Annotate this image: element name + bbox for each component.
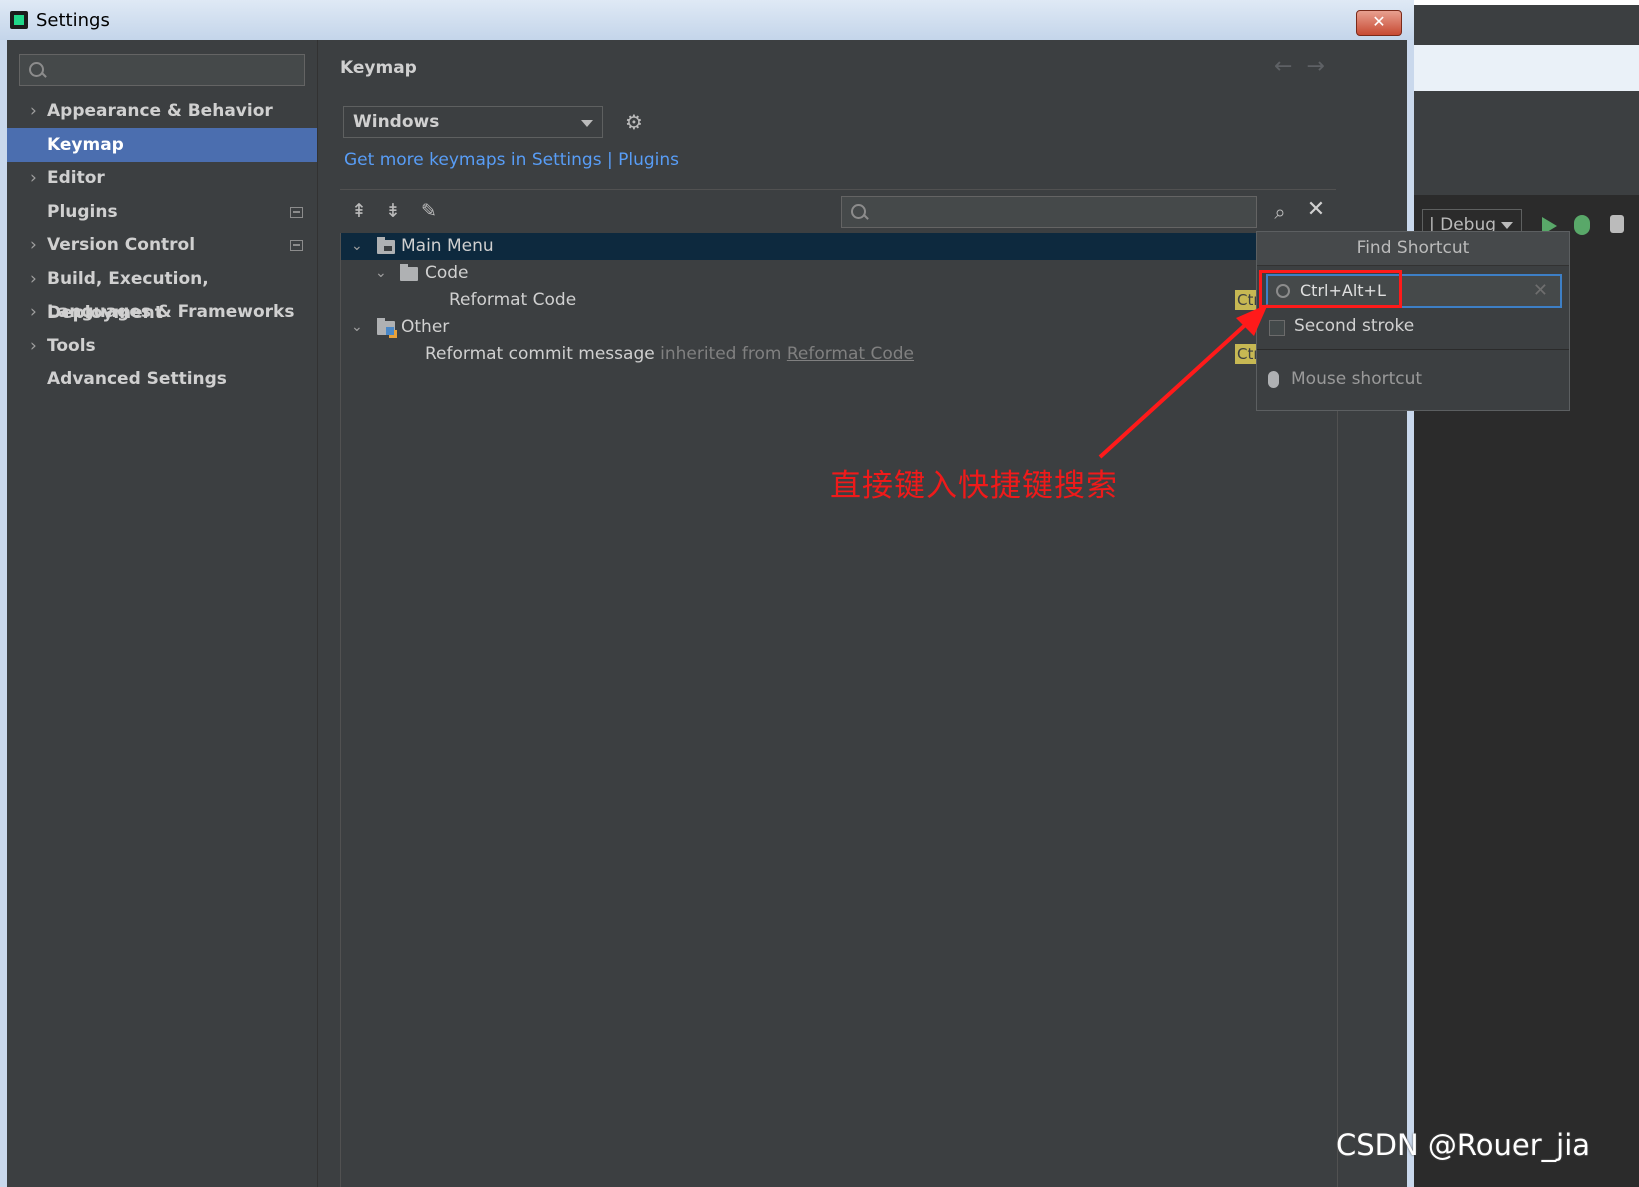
annotation-text: 直接键入快捷键搜索 <box>830 468 1118 504</box>
watermark: CSDN @Rouer_jia <box>1336 1128 1591 1162</box>
annotation-arrow <box>1098 304 1268 459</box>
